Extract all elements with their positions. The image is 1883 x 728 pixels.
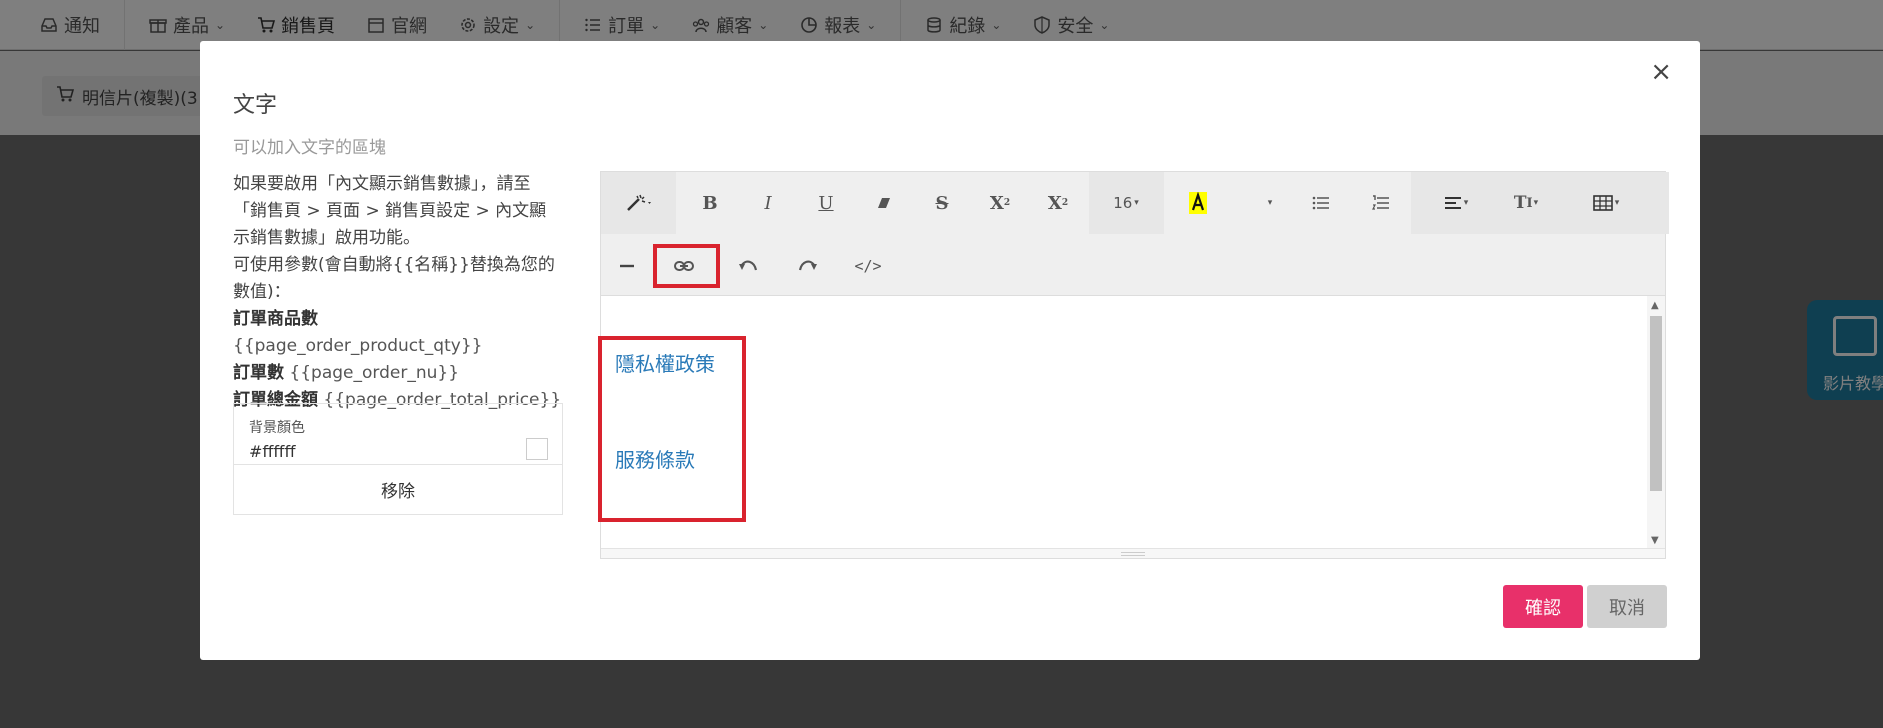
help-panel: 如果要啟用「內文顯示銷售數據」，請至「銷售頁 > 頁面 > 銷售頁設定 > 內文… — [233, 171, 563, 414]
param-name: 訂單商品數 — [233, 309, 318, 329]
param-row: 訂單數 {{page_order_nu}} — [233, 360, 563, 387]
scroll-down-icon[interactable]: ▼ — [1651, 535, 1659, 546]
italic-icon[interactable]: I — [749, 183, 787, 223]
param-row: 訂單商品數 {{page_order_product_qty}} — [233, 306, 563, 360]
font-size-value: 16 — [1113, 194, 1133, 212]
caret-down-icon: ▾ — [1134, 198, 1139, 208]
editor-content[interactable]: 隱私權政策 服務條款 — [601, 296, 1647, 550]
align-dropdown[interactable]: ▾ — [1426, 183, 1486, 223]
color-dropdown-caret[interactable]: ▾ — [1251, 183, 1289, 223]
resize-grip-icon — [1121, 552, 1145, 556]
caret-down-icon: ▾ — [1614, 198, 1620, 208]
background-color-value[interactable]: #ffffff — [249, 442, 295, 461]
background-color-box: 背景顏色 #ffffff 移除 — [233, 403, 563, 515]
cancel-button[interactable]: 取消 — [1587, 585, 1667, 628]
scroll-up-icon[interactable]: ▲ — [1651, 300, 1659, 311]
caret-down-icon: ▾ — [1533, 198, 1539, 208]
redo-icon[interactable] — [786, 246, 830, 286]
code-view-icon[interactable]: </> — [846, 246, 890, 286]
subscript-icon[interactable]: X2 — [1039, 183, 1077, 223]
editor-toolbar: B I U S X2 X2 16 ▾ ▾ ▾ TI ▾ ▾ </> — [601, 172, 1669, 296]
magic-wand-icon[interactable] — [609, 183, 669, 223]
horizontal-rule-icon[interactable] — [609, 246, 645, 286]
dialog-title: 文字 — [233, 93, 278, 118]
dialog-subtitle: 可以加入文字的區塊 — [233, 138, 386, 158]
strikethrough-icon[interactable]: S — [923, 183, 961, 223]
params-intro: 可使用參數(會自動將{{名稱}}替換為您的數值)： — [233, 255, 555, 302]
close-button[interactable]: × — [1650, 59, 1672, 85]
highlight-box-links — [598, 336, 746, 522]
highlight-box-link-button — [653, 244, 720, 288]
background-color-label: 背景顏色 — [249, 420, 305, 436]
eraser-icon[interactable] — [865, 183, 903, 223]
table-icon[interactable]: ▾ — [1576, 183, 1636, 223]
undo-icon[interactable] — [726, 246, 770, 286]
superscript-icon[interactable]: X2 — [981, 183, 1019, 223]
underline-icon[interactable]: U — [807, 183, 845, 223]
numbered-list-icon[interactable] — [1361, 183, 1401, 223]
sales-data-description: 如果要啟用「內文顯示銷售數據」，請至「銷售頁 > 頁面 > 銷售頁設定 > 內文… — [233, 174, 547, 248]
bullet-list-icon[interactable] — [1301, 183, 1341, 223]
scrollbar-thumb[interactable] — [1650, 316, 1662, 491]
text-color-icon[interactable] — [1179, 183, 1217, 223]
param-name: 訂單數 — [233, 363, 284, 383]
param-code: {{page_order_product_qty}} — [233, 336, 483, 356]
confirm-button[interactable]: 確認 — [1503, 585, 1583, 628]
editor-scrollbar[interactable]: ▲ ▼ — [1647, 296, 1665, 550]
editor-resize-handle[interactable] — [601, 548, 1665, 558]
param-code: {{page_order_nu}} — [289, 363, 460, 383]
bold-icon[interactable]: B — [691, 183, 729, 223]
caret-down-icon: ▾ — [1463, 198, 1469, 208]
line-height-icon[interactable]: T I ▾ — [1496, 183, 1556, 223]
remove-button[interactable]: 移除 — [234, 464, 562, 515]
font-size-dropdown[interactable]: 16 ▾ — [1096, 183, 1156, 223]
rich-text-editor: B I U S X2 X2 16 ▾ ▾ ▾ TI ▾ ▾ </> 隱私權政策 … — [600, 171, 1669, 559]
text-block-dialog: × 文字 可以加入文字的區塊 如果要啟用「內文顯示銷售數據」，請至「銷售頁 > … — [200, 41, 1700, 660]
color-swatch[interactable] — [526, 438, 548, 460]
